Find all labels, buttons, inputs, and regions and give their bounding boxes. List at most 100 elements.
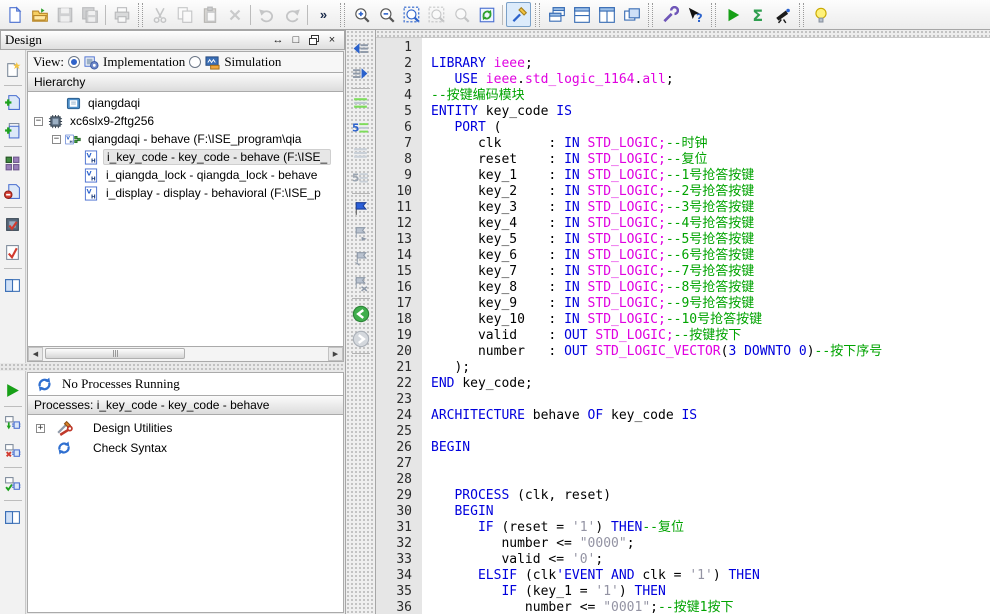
float-window-icon xyxy=(623,6,641,24)
svg-text:H: H xyxy=(69,139,72,144)
rerun-all-button[interactable] xyxy=(3,474,23,494)
unhighlight-lines-button[interactable] xyxy=(350,143,372,164)
new-source-button[interactable] xyxy=(3,59,23,79)
zoom-full-view-icon xyxy=(403,6,421,24)
scroll-right-arrow[interactable]: ▶ xyxy=(328,347,343,361)
rerun-process-button[interactable] xyxy=(3,413,23,433)
indent-button[interactable] xyxy=(350,63,372,84)
outdent-button[interactable] xyxy=(350,38,372,59)
float-window-button[interactable] xyxy=(619,2,644,27)
hierarchy-hscrollbar[interactable]: ◀ ▶ xyxy=(27,347,344,362)
remove-source-button[interactable] xyxy=(3,181,23,201)
hierarchy-item[interactable]: −xc6slx9-2ftg256 xyxy=(28,112,343,130)
run-process-button[interactable] xyxy=(3,380,23,400)
analyze-button[interactable] xyxy=(770,2,795,27)
context-help-button[interactable]: ? xyxy=(682,2,707,27)
save-button[interactable] xyxy=(52,2,77,27)
toolbar-overflow-button[interactable]: » xyxy=(311,2,336,27)
line-number: 5 xyxy=(376,104,412,120)
find-button[interactable] xyxy=(449,2,474,27)
run-button[interactable] xyxy=(720,2,745,27)
tips-button[interactable] xyxy=(808,2,833,27)
code-text[interactable]: LIBRARY ieee; USE ieee.std_logic_1164.al… xyxy=(422,38,990,614)
cut-button[interactable] xyxy=(147,2,172,27)
paste-button[interactable] xyxy=(197,2,222,27)
code-line: ENTITY key_code IS xyxy=(431,104,990,120)
print-button[interactable] xyxy=(109,2,134,27)
next-bookmark-button[interactable] xyxy=(350,223,372,244)
design-properties-button[interactable] xyxy=(3,214,23,234)
process-status-row: No Processes Running xyxy=(27,372,344,396)
toggle-panel-button[interactable] xyxy=(506,2,531,27)
scroll-thumb[interactable] xyxy=(45,348,185,359)
clear-bookmarks-button[interactable] xyxy=(350,273,372,294)
navigate-back-button[interactable] xyxy=(350,303,372,324)
sum-button[interactable]: Σ xyxy=(745,2,770,27)
panel-close-button[interactable]: × xyxy=(324,33,340,47)
toolbar-group-handle[interactable] xyxy=(138,3,143,27)
toolbar-group-handle[interactable] xyxy=(340,3,345,27)
toolbar-group-handle[interactable] xyxy=(648,3,653,27)
highlight-lines-button[interactable] xyxy=(350,93,372,114)
delete-button[interactable] xyxy=(222,2,247,27)
hierarchy-item-label: qiangdaqi - behave (F:\ISE_program\qia xyxy=(85,132,304,146)
scroll-track[interactable] xyxy=(43,347,328,361)
tile-horizontal-button[interactable] xyxy=(569,2,594,27)
design-panel-titlebar[interactable]: Design ↔ □ × xyxy=(0,30,345,50)
line-number: 28 xyxy=(376,472,412,488)
prev-bookmark-button[interactable] xyxy=(350,248,372,269)
new-file-button[interactable] xyxy=(2,2,27,27)
zoom-full-view-button[interactable] xyxy=(399,2,424,27)
save-all-icon xyxy=(81,6,99,24)
add-copy-of-source-button[interactable] xyxy=(3,120,23,140)
panel-maximize-button[interactable]: □ xyxy=(288,33,304,47)
hierarchy-item[interactable]: VHi_qiangda_lock - qiangda_lock - behave xyxy=(28,166,343,184)
collapse-expander[interactable]: − xyxy=(52,135,61,144)
process-item[interactable]: Check Syntax xyxy=(28,438,343,458)
settings-wrench-button[interactable] xyxy=(657,2,682,27)
toggle-bookmark-button[interactable] xyxy=(350,198,372,219)
hierarchy-item[interactable]: −VHqiangdaqi - behave (F:\ISE_program\qi… xyxy=(28,130,343,148)
collapse-expander[interactable]: − xyxy=(34,117,43,126)
panel-splitter[interactable] xyxy=(0,363,345,371)
refresh-view-button[interactable] xyxy=(474,2,499,27)
tile-vertical-button[interactable] xyxy=(594,2,619,27)
panel-restore-button[interactable] xyxy=(306,33,322,47)
split-view-button[interactable] xyxy=(3,507,23,527)
add-source-button[interactable] xyxy=(3,92,23,112)
save-all-button[interactable] xyxy=(77,2,102,27)
open-file-button[interactable] xyxy=(27,2,52,27)
toolbar-group-handle[interactable] xyxy=(711,3,716,27)
cascade-windows-button[interactable] xyxy=(544,2,569,27)
process-item[interactable]: +Design Utilities xyxy=(28,418,343,438)
navigate-forward-button[interactable] xyxy=(350,328,372,349)
hierarchy-item-label: i_display - display - behavioral (F:\ISE… xyxy=(103,186,324,200)
split-view-button[interactable] xyxy=(3,275,23,295)
stop-process-button[interactable] xyxy=(3,441,23,461)
toolbar-group-handle[interactable] xyxy=(799,3,804,27)
hierarchy-item[interactable]: VHi_key_code - key_code - behave (F:\ISE… xyxy=(28,148,343,166)
copy-button[interactable] xyxy=(172,2,197,27)
check-document-button[interactable] xyxy=(3,242,23,262)
goto-line-button[interactable]: 5 xyxy=(350,118,372,139)
code-line: IF (key_1 = '1') THEN xyxy=(431,584,990,600)
view-radio-implementation[interactable] xyxy=(68,56,80,68)
indent-icon xyxy=(352,65,369,82)
undo-button[interactable] xyxy=(254,2,279,27)
view-radio-simulation[interactable] xyxy=(189,56,201,68)
zoom-in-button[interactable] xyxy=(349,2,374,27)
editor-dock-handle[interactable] xyxy=(376,30,990,38)
hierarchy-item[interactable]: VHi_display - display - behavioral (F:\I… xyxy=(28,184,343,202)
goto-line-disabled-button[interactable]: 5 xyxy=(350,168,372,189)
new-project-button[interactable] xyxy=(3,153,23,173)
zoom-region-button[interactable] xyxy=(424,2,449,27)
hierarchy-item[interactable]: qiangdaqi xyxy=(28,94,343,112)
toolbar-group-handle[interactable] xyxy=(535,3,540,27)
zoom-out-button[interactable] xyxy=(374,2,399,27)
scroll-left-arrow[interactable]: ◀ xyxy=(28,347,43,361)
code-view[interactable]: 1234567891011121314151617181920212223242… xyxy=(376,38,990,614)
redo-button[interactable] xyxy=(279,2,304,27)
hierarchy-item-label: i_key_code - key_code - behave (F:\ISE_ xyxy=(103,149,331,165)
panel-float-button[interactable]: ↔ xyxy=(270,33,286,47)
expand-expander[interactable]: + xyxy=(36,424,45,433)
